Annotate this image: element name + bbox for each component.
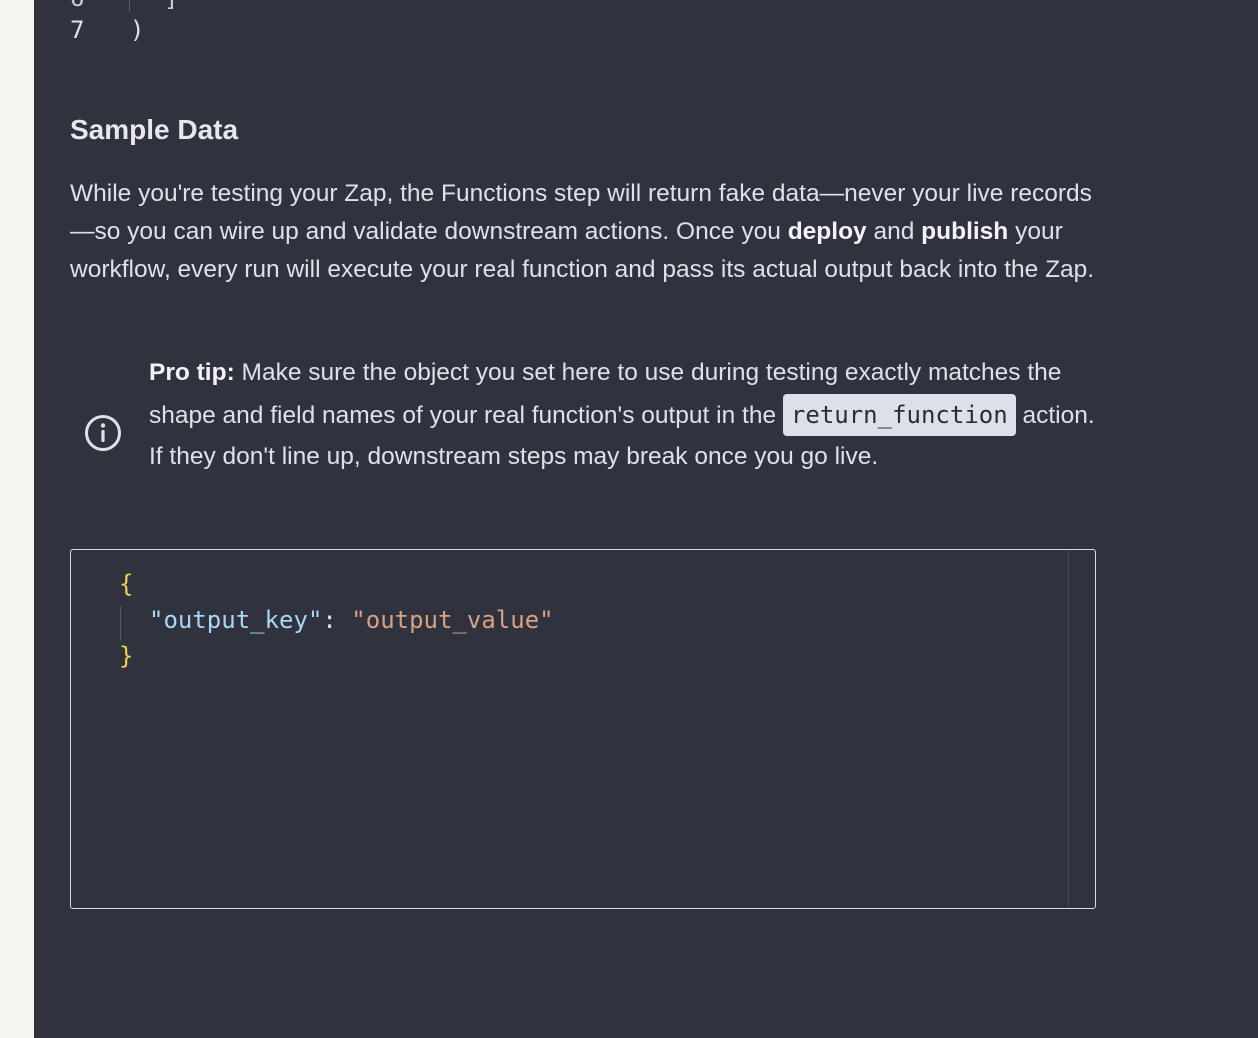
content-panel: 6 ] 7 ) Sample Data While you're testing… bbox=[34, 0, 1258, 1038]
code-line: ] bbox=[164, 0, 178, 12]
section-description: While you're testing your Zap, the Funct… bbox=[70, 175, 1110, 289]
info-icon bbox=[85, 415, 121, 451]
pro-tip-callout: Pro tip: Make sure the object you set he… bbox=[70, 354, 1110, 514]
json-key: "output_key" bbox=[149, 606, 323, 634]
json-colon: : bbox=[322, 606, 352, 634]
json-value: "output_value" bbox=[351, 606, 554, 634]
code-line: ) bbox=[130, 16, 145, 44]
editor-scrollbar[interactable] bbox=[1068, 550, 1069, 908]
line-number: 6 bbox=[70, 0, 84, 12]
indent-guide bbox=[120, 606, 121, 640]
inline-code: return_function bbox=[782, 394, 1016, 436]
description-bold-deploy: deploy bbox=[787, 218, 867, 245]
sample-data-editor[interactable]: { "output_key": "output_value" } bbox=[70, 549, 1096, 909]
json-brace-close: } bbox=[119, 642, 134, 670]
pro-tip-text: Pro tip: Make sure the object you set he… bbox=[149, 354, 1109, 476]
section-heading: Sample Data bbox=[70, 114, 239, 145]
description-bold-publish: publish bbox=[921, 218, 1009, 245]
json-brace-open: { bbox=[119, 570, 134, 598]
indent-guide bbox=[129, 0, 130, 12]
json-line: "output_key": "output_value" bbox=[149, 606, 554, 634]
description-text: and bbox=[866, 218, 922, 245]
pro-tip-label: Pro tip: bbox=[149, 359, 235, 386]
code-snippet-tail: 6 ] 7 ) bbox=[34, 0, 1258, 60]
line-number: 7 bbox=[70, 16, 85, 44]
